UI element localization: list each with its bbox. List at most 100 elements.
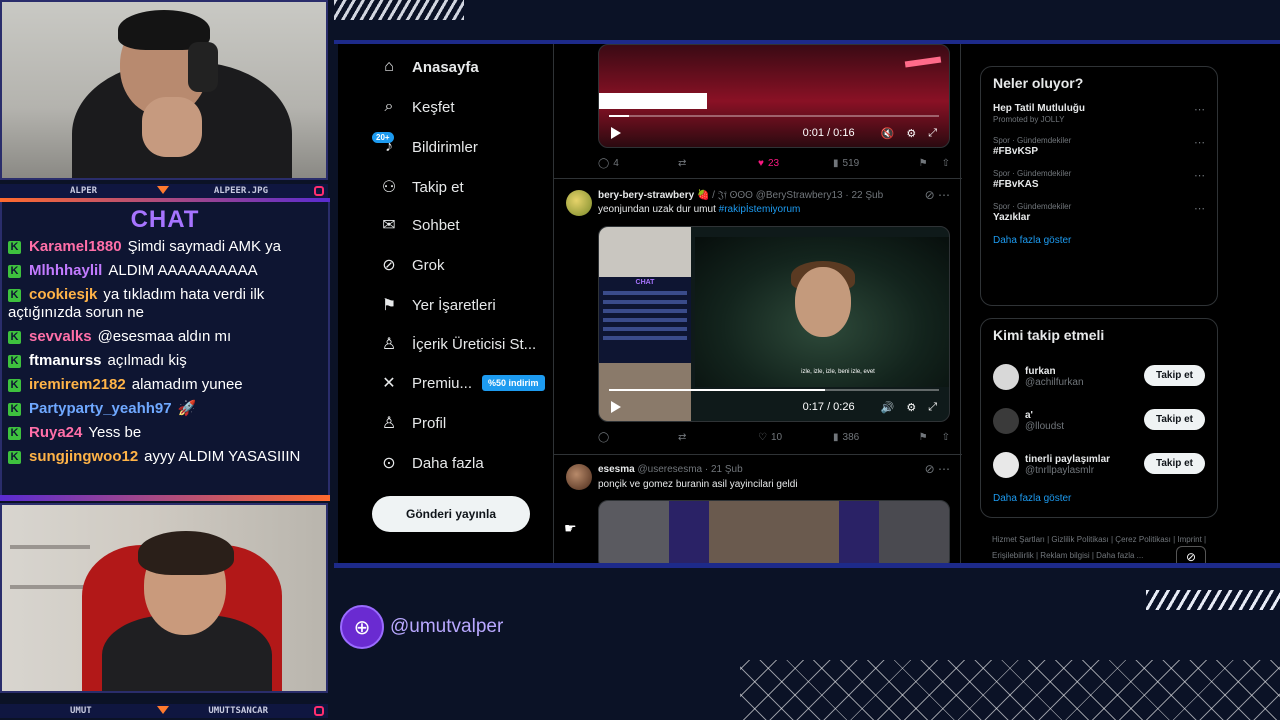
author-name[interactable]: esesma	[598, 464, 635, 475]
follow-button[interactable]: Takip et	[1143, 365, 1205, 386]
nav-item-profil[interactable]: ♙ Profil	[378, 408, 446, 438]
chat-username: Ruya24	[29, 424, 83, 441]
kick-badge-icon: K	[8, 289, 21, 302]
play-icon[interactable]	[611, 127, 621, 139]
grok-icon[interactable]: ⊘ ⋯	[925, 462, 950, 476]
views-button[interactable]: ▮ 519	[833, 158, 918, 169]
settings-icon[interactable]: ⚙	[906, 127, 916, 140]
reply-button[interactable]: ◯	[598, 432, 678, 443]
follow-suggestion[interactable]: tinerli paylaşımlar @tnrllpaylasmlr Takip …	[981, 443, 1217, 487]
settings-icon[interactable]: ⚙	[906, 401, 916, 414]
decorative-stripes	[1146, 590, 1280, 610]
progress-fill[interactable]	[609, 115, 629, 117]
trend-item[interactable]: Hep Tatil Mutluluğu Promoted by JOLLY ⋯	[981, 103, 1217, 124]
grok-fab-icon[interactable]: ⊘	[1176, 546, 1206, 563]
follow-button[interactable]: Takip et	[1143, 453, 1205, 474]
repost-button[interactable]: ⇄	[678, 432, 758, 443]
author-handle[interactable]: @useresesma · 21 Şub	[637, 464, 742, 475]
timeline: 0:01 / 0:16 🔇 ⚙ ⤢ ◯ 4 ⇄ ♥ 23 ▮ 519 ⚑ ⇧ bery-…	[553, 44, 962, 563]
mini-chat-line	[603, 318, 687, 322]
volume-icon[interactable]: 🔊	[881, 401, 895, 414]
grok-icon[interactable]: ⊘ ⋯	[925, 188, 950, 202]
video-player[interactable]: 0:01 / 0:16 🔇 ⚙ ⤢	[598, 44, 950, 148]
trend-item[interactable]: Spor · Gündemdekiler #FBvKSP ⋯	[981, 136, 1217, 157]
mini-chat-line	[603, 291, 687, 295]
more-icon[interactable]: ⋯	[1194, 103, 1205, 116]
person-face	[795, 267, 851, 337]
heart-icon: ♡	[758, 432, 767, 443]
suggestion-name: tinerli paylaşımlar	[1025, 454, 1111, 465]
chat-title: CHAT	[130, 206, 200, 233]
instagram-icon	[314, 186, 324, 196]
video-player[interactable]: CHAT izle, izle, izle, beni izle, evet 0…	[598, 226, 950, 422]
like-button[interactable]: ♥ 23	[758, 158, 833, 169]
social-handle: ⊕ @umutvalper	[340, 605, 503, 649]
more-icon[interactable]: ⋯	[1194, 202, 1205, 215]
bookmark-icon[interactable]: ⚑	[919, 158, 928, 169]
like-button[interactable]: ♡ 10	[758, 432, 833, 443]
avatar[interactable]	[993, 408, 1019, 434]
follow-suggestion[interactable]: a' @lloudst Takip et	[981, 399, 1217, 443]
chat-text: 🚀	[177, 400, 197, 417]
decorative-pattern	[740, 660, 1280, 720]
avatar[interactable]	[566, 464, 592, 490]
progress-fill[interactable]	[609, 389, 825, 391]
hashtag-link[interactable]: #rakipİstemiyorum	[719, 204, 801, 215]
chat-messages: K Karamel1880 Şimdi saymadi AMK ya K Mlhhhay…	[2, 234, 328, 476]
bookmark-icon[interactable]: ⚑	[919, 432, 928, 443]
shelf	[10, 545, 90, 549]
nav-item-keşfet[interactable]: ⌕ Keşfet	[378, 92, 455, 122]
fullscreen-icon[interactable]: ⤢	[928, 127, 937, 140]
nav-item-i-çerik-üreticisi-st[interactable]: ♙ İçerik Üreticisi St...	[378, 329, 536, 359]
trend-name: Yazıklar	[993, 212, 1031, 223]
mute-icon[interactable]: 🔇	[881, 127, 895, 140]
author-badge: 🍓 / 𝔍𝔣 ʘʘʘ	[696, 190, 753, 201]
kick-badge-icon: K	[8, 379, 21, 392]
follow-suggestion[interactable]: furkan @achilfurkan Takip et	[981, 355, 1217, 399]
author-name[interactable]: bery-bery-strawbery	[598, 190, 694, 201]
share-icon[interactable]: ⇧	[942, 432, 950, 443]
post-actions: ◯ ⇄ ♡ 10 ▮ 386 ⚑ ⇧	[598, 432, 950, 443]
views-button[interactable]: ▮ 386	[833, 432, 918, 443]
nav-item-takip-et[interactable]: ⚇ Takip et	[378, 172, 464, 202]
trend-name: #FBvKSP	[993, 146, 1039, 157]
fullscreen-icon[interactable]: ⤢	[928, 401, 937, 414]
nav-item-bildirimler[interactable]: 20+ ♪ Bildirimler	[372, 132, 478, 162]
avatar[interactable]	[993, 364, 1019, 390]
more-icon[interactable]: ⋯	[1194, 169, 1205, 182]
video-controls: 0:17 / 0:26 🔊 ⚙ ⤢	[599, 393, 949, 421]
nav-item-daha-fazla[interactable]: ⊙ Daha fazla	[378, 448, 483, 478]
share-icon[interactable]: ⇧	[942, 158, 950, 169]
kick-badge-icon: K	[8, 403, 21, 416]
suggestion-name: furkan	[1025, 366, 1056, 377]
show-more-link[interactable]: Daha fazla göster	[981, 235, 1217, 246]
trend-item[interactable]: Spor · Gündemdekiler Yazıklar ⋯	[981, 202, 1217, 223]
post-text: yeonjundan uzak dur umut #rakipİstemiyor…	[598, 204, 800, 215]
nav-label: Bildirimler	[412, 138, 478, 156]
video-player[interactable]	[598, 500, 950, 563]
follow-button[interactable]: Takip et	[1143, 409, 1205, 430]
nav-item-premiu[interactable]: ✕ Premiu... %50 indirim	[378, 368, 545, 398]
more-icon[interactable]: ⋯	[1194, 136, 1205, 149]
nav-item-anasayfa[interactable]: ⌂ Anasayfa	[378, 52, 479, 82]
author-handle[interactable]: @BeryStrawbery13 · 22 Şub	[756, 190, 883, 201]
avatar[interactable]	[566, 190, 592, 216]
home-icon: ⌂	[378, 56, 400, 78]
chat-username: cookiesjk	[29, 286, 98, 303]
avatar[interactable]	[993, 452, 1019, 478]
nav-label: Sohbet	[412, 216, 460, 234]
post-button[interactable]: Gönderi yayınla	[372, 496, 530, 532]
grok-icon-glyph: ⊘	[382, 257, 396, 274]
trend-item[interactable]: Spor · Gündemdekiler #FBvKAS ⋯	[981, 169, 1217, 190]
nav-label: Anasayfa	[412, 58, 479, 76]
reply-button[interactable]: ◯ 4	[598, 158, 678, 169]
nav-item-sohbet[interactable]: ✉ Sohbet	[378, 210, 460, 240]
nav-item-yer-i-şaretleri[interactable]: ⚑ Yer İşaretleri	[378, 290, 496, 320]
repost-button[interactable]: ⇄	[678, 158, 758, 169]
play-icon[interactable]	[611, 401, 621, 413]
globe-icon: ⊕	[340, 605, 384, 649]
cam-label-bottom: UMUT UMUTTSANCAR	[0, 704, 328, 718]
show-more-link[interactable]: Daha fazla göster	[981, 493, 1217, 504]
nav-item-grok[interactable]: ⊘ Grok	[378, 250, 444, 280]
chat-message: Kcookiesjk ya tıkladım hata verdi ilk açt…	[8, 286, 322, 322]
